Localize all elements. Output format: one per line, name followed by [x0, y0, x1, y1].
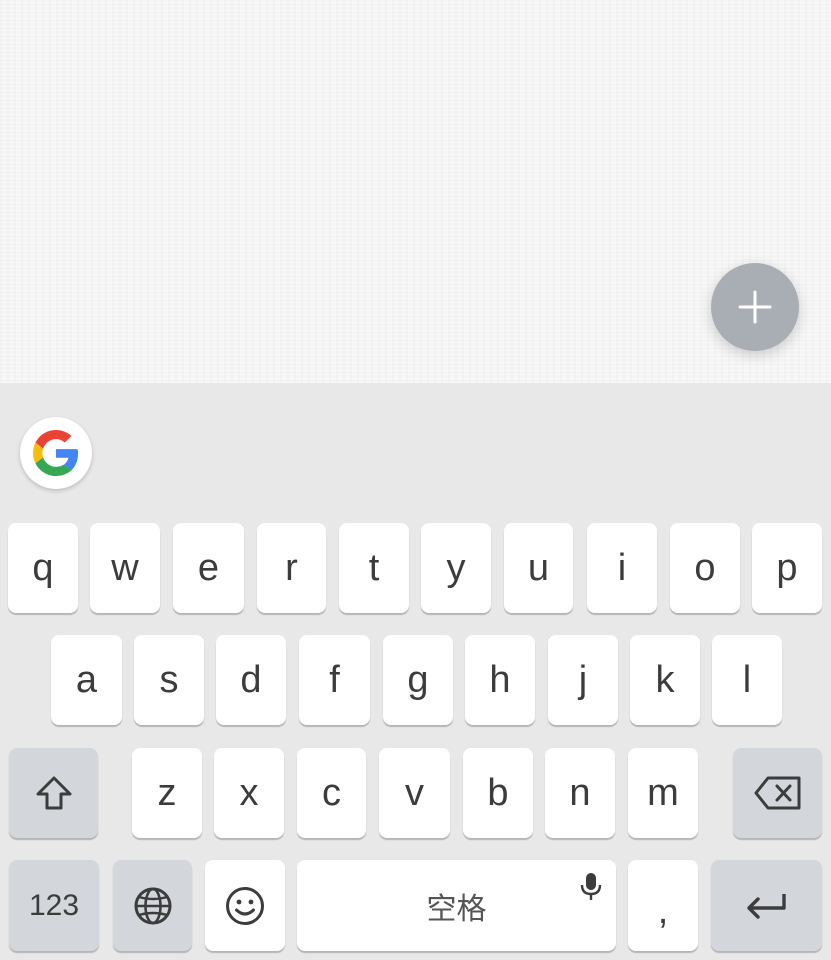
emoji-key[interactable]: [205, 860, 285, 951]
enter-icon: [746, 893, 786, 919]
content-area: [0, 0, 831, 383]
key-u[interactable]: u: [504, 523, 573, 613]
key-label: p: [776, 546, 798, 589]
key-z[interactable]: z: [132, 748, 202, 838]
backspace-key[interactable]: [733, 748, 822, 838]
numbers-key[interactable]: 123: [9, 860, 99, 951]
key-s[interactable]: s: [134, 635, 204, 725]
key-label: r: [285, 546, 298, 589]
key-p[interactable]: p: [752, 523, 822, 613]
space-key-label: 空格: [426, 891, 487, 927]
key-label: m: [647, 771, 679, 814]
key-c[interactable]: c: [297, 748, 366, 838]
globe-icon: [134, 887, 171, 924]
key-q[interactable]: q: [8, 523, 78, 613]
key-label: x: [239, 771, 259, 814]
key-label: w: [111, 546, 139, 589]
key-label: e: [197, 546, 220, 589]
key-n[interactable]: n: [545, 748, 615, 838]
key-j[interactable]: j: [548, 635, 618, 725]
numbers-key-label: 123: [28, 888, 80, 922]
key-label: u: [527, 546, 550, 589]
key-label: j: [578, 658, 588, 701]
key-d[interactable]: d: [216, 635, 286, 725]
key-label: l: [742, 658, 752, 701]
key-x[interactable]: x: [214, 748, 284, 838]
key-label: f: [329, 658, 340, 701]
key-label: h: [489, 658, 511, 701]
key-label: s: [159, 658, 179, 701]
emoji-icon: [226, 886, 264, 925]
key-label: i: [617, 546, 627, 589]
key-t[interactable]: t: [339, 523, 409, 613]
key-label: y: [446, 546, 466, 589]
shift-icon: [36, 776, 71, 810]
key-label: n: [569, 771, 591, 814]
globe-key[interactable]: [113, 860, 192, 951]
key-l[interactable]: l: [712, 635, 782, 725]
space-key[interactable]: 空格: [297, 860, 616, 951]
key-label: v: [405, 771, 424, 814]
key-label: o: [694, 546, 716, 589]
key-h[interactable]: h: [465, 635, 535, 725]
key-label: q: [32, 546, 54, 589]
mic-icon: [580, 873, 602, 900]
key-o[interactable]: o: [670, 523, 740, 613]
key-v[interactable]: v: [379, 748, 450, 838]
key-w[interactable]: w: [90, 523, 160, 613]
key-label: d: [240, 658, 262, 701]
enter-key[interactable]: [711, 860, 822, 951]
key-b[interactable]: b: [463, 748, 533, 838]
key-label: z: [157, 771, 177, 814]
key-label: k: [655, 658, 675, 701]
key-i[interactable]: i: [587, 523, 657, 613]
key-g[interactable]: g: [383, 635, 453, 725]
backspace-icon: [754, 776, 800, 810]
key-m[interactable]: m: [628, 748, 698, 838]
key-e[interactable]: e: [173, 523, 244, 613]
key-y[interactable]: y: [421, 523, 491, 613]
key-k[interactable]: k: [630, 635, 700, 725]
google-search-button[interactable]: [20, 417, 92, 489]
keyboard: q w e r t y u i o p a s d f g h j k l z …: [0, 383, 831, 960]
plus-icon: [738, 290, 772, 324]
key-label: g: [407, 658, 429, 701]
google-g-icon: [33, 430, 79, 476]
key-label: c: [322, 771, 341, 814]
key-r[interactable]: r: [257, 523, 326, 613]
shift-key[interactable]: [9, 748, 98, 838]
comma-key-label: ,: [657, 890, 669, 932]
key-label: t: [368, 546, 380, 589]
key-f[interactable]: f: [299, 635, 370, 725]
add-button[interactable]: [711, 263, 799, 351]
key-label: a: [75, 658, 98, 701]
key-a[interactable]: a: [51, 635, 122, 725]
key-label: b: [487, 771, 509, 814]
comma-key[interactable]: ,: [628, 860, 698, 951]
